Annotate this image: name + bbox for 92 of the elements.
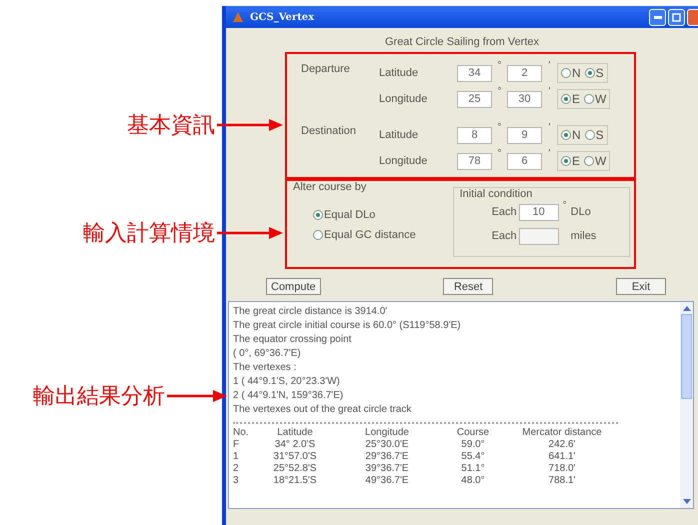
column-header: Latitude [276,427,314,439]
table-cell-text: 242.6' [548,439,576,451]
output-line: The vertexes : [233,361,298,375]
arrow-icon [217,226,283,240]
arrow-icon [167,389,227,403]
app-icon [232,11,244,23]
minimize-icon [654,16,662,18]
degree-symbol: ° [496,122,502,133]
unit-label: miles [570,230,596,242]
table-cell-text: 1 [233,451,240,463]
table-cell-text: 31°57.0'S [272,451,318,463]
minutes-field[interactable]: 30 [507,90,542,108]
table-cell-text: 29°36.7'E [364,451,410,463]
table-cell-text: 49°36.7'E [364,475,410,487]
minute-symbol: ' [548,148,552,159]
maximize-button[interactable] [668,8,685,26]
output-line: The great circle initial course is 60.0° (S119°58.9'E) [233,319,462,333]
minutes-field[interactable]: 9 [507,126,542,144]
table-cell-text: 39°36.7'E [364,463,410,475]
degrees-field[interactable]: 34 [457,64,492,82]
degrees-field[interactable]: 8 [457,126,492,144]
scrollbar[interactable] [680,302,693,508]
table-cell-text: 641.1' [548,451,576,463]
output-line: The equator crossing point [233,333,352,347]
column-header: No. [233,427,250,439]
form-heading: Great Circle Sailing from Vertex [384,36,540,48]
minute-symbol: ' [548,86,552,97]
table-cell-text: 788.1' [548,475,576,487]
hemisphere-radio[interactable]: E [561,92,580,106]
hemisphere-radio[interactable]: S [584,128,604,142]
position-label: Destination [301,124,358,137]
maximize-icon [672,12,681,22]
table-cell-text: 2 [233,463,240,475]
window-title: GCS_Vertex [250,12,314,22]
action-button[interactable]: Exit [616,278,666,295]
degree-symbol: ° [496,60,502,71]
minimize-button[interactable] [649,8,666,26]
table-cell-text: 3 [233,475,240,487]
arrow-icon [217,118,283,132]
column-header: Course [456,427,490,439]
table-cell-text: 59.0° [460,439,486,451]
column-header: Longitude [364,427,410,439]
hemisphere-radio[interactable]: S [584,66,604,80]
table-cell-text: 48.0° [460,475,486,487]
coordinate-label: Longitude [379,93,428,105]
output-line: The vertexes out of the great circle track [233,403,412,417]
minute-symbol: ' [548,122,552,133]
table-cell-text: 25°52.8'S [272,463,318,475]
method-radio[interactable]: Equal GC distance [313,229,441,241]
table-cell-text: 718.0' [548,463,576,475]
table-cell-text: 18°21.5'S [272,475,318,487]
output-line: ( 0°, 69°36.7'E) [233,347,302,361]
group-title: Initial condition [460,188,534,200]
action-button[interactable]: Compute [266,278,321,295]
hemisphere-radio[interactable]: N [561,128,581,142]
minute-symbol: ' [548,60,552,71]
coordinate-label: Longitude [379,155,428,167]
group-title: Alter course by [293,181,368,193]
coordinate-label: Latitude [379,129,420,141]
degrees-field[interactable]: 78 [457,152,492,170]
table-cell-text: 25°30.0'E [364,439,410,451]
action-button[interactable]: Reset [443,278,494,295]
degree-symbol: ° [496,148,502,159]
output-line: 2 ( 44°9.1'N, 159°36.7'E) [233,389,344,403]
table-cell-text: F [233,439,240,451]
unit-label: DLo [570,206,591,218]
position-label: Departure [301,62,351,75]
degree-symbol: ° [496,86,502,97]
hemisphere-radio[interactable]: E [561,154,580,168]
degree-symbol: ° [562,200,568,211]
each-label: Each [492,206,517,218]
minutes-field[interactable]: 6 [507,152,542,170]
annotation-label: 輸出結果分析 [32,383,165,411]
scroll-up-icon [682,306,690,311]
column-header: Mercator distance [521,427,603,439]
method-radio[interactable]: Equal DLo [313,209,441,221]
annotation-label: 基本資訊 [126,112,215,140]
table-cell-text: 34° 2.0'S [274,439,316,451]
table-cell-text: 55.4° [460,451,486,463]
minutes-field[interactable]: 2 [507,64,542,82]
hemisphere-radio[interactable]: W [584,92,606,106]
table-cell-text: 51.1° [460,463,486,475]
hemisphere-radio[interactable]: W [584,154,606,168]
annotation-label: 輸入計算情境 [82,220,215,248]
each-label: Each [492,230,517,242]
step-field[interactable]: 10 [518,204,559,220]
degrees-field[interactable]: 25 [457,90,492,108]
output-line: The great circle distance is 3914.0' [233,305,388,319]
coordinate-label: Latitude [379,67,420,79]
output-line: 1 ( 44°9.1'S, 20°23.3'W) [233,375,341,389]
hemisphere-radio[interactable]: N [561,66,581,80]
scroll-down-icon [682,499,690,504]
